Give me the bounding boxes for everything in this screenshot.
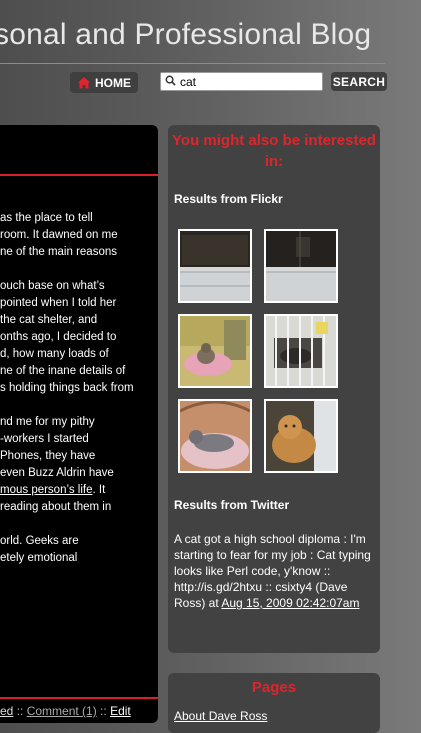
home-button[interactable]: HOME	[70, 72, 138, 93]
flickr-thumb-grey-cat[interactable]	[178, 399, 252, 473]
comment-link[interactable]: Comment (1)	[27, 704, 97, 718]
text-line: nd me for my pithy	[0, 416, 95, 428]
text-line: ouch base on what’s	[0, 280, 105, 292]
post-divider-top	[0, 174, 158, 176]
about-page-link[interactable]: About Dave Ross	[174, 709, 267, 723]
paragraph-3: nd me for my pithy -workers I started Ph…	[0, 414, 158, 516]
title-divider	[0, 63, 385, 64]
tweet-date-link[interactable]: Aug 15, 2009 02:42:07am	[221, 596, 359, 610]
text-line: as the place to tell	[0, 212, 93, 224]
paragraph-1: as the place to tell room. It dawned on …	[0, 210, 158, 261]
separator: ::	[13, 704, 27, 718]
separator: ::	[96, 704, 111, 718]
text-line: -workers I started	[0, 433, 89, 445]
text-line: reading about them in	[0, 501, 112, 513]
post-body: as the place to tell room. It dawned on …	[0, 210, 158, 584]
text-line: onths ago, I decided to	[0, 331, 117, 343]
text-fragment: . It	[92, 484, 106, 496]
flickr-thumb-orange-cat[interactable]	[264, 399, 338, 473]
edit-link[interactable]: Edit	[110, 704, 131, 718]
related-widget: You might also be interested in: Results…	[168, 125, 380, 653]
orange-cat-photo	[266, 401, 336, 471]
flickr-thumb-cat-cage[interactable]	[264, 314, 338, 388]
window-photo-1	[180, 231, 250, 301]
flickr-thumb-window-2[interactable]	[264, 229, 338, 303]
home-icon	[77, 76, 91, 90]
text-line: d, how many loads of	[0, 348, 109, 360]
text-line: pointed when I told her	[0, 297, 117, 309]
tweet: A cat got a high school diploma : I'm st…	[174, 531, 374, 611]
text-line: room. It dawned on me	[0, 229, 118, 241]
flickr-label: Results from Flickr	[174, 192, 283, 206]
pages-title: Pages	[251, 679, 297, 696]
text-line: ne of the inane details of	[0, 365, 126, 377]
search-field[interactable]	[160, 72, 323, 91]
window-photo-2	[266, 231, 336, 301]
search-button[interactable]: SEARCH	[331, 72, 387, 91]
post-footer: ed :: Comment (1) :: Edit	[0, 704, 131, 718]
home-label: HOME	[95, 75, 131, 90]
text-line: ne of the main reasons	[0, 246, 117, 258]
cat-cage-photo	[266, 316, 336, 386]
search-input[interactable]	[180, 74, 315, 89]
paragraph-4: orld. Geeks are etely emotional	[0, 533, 158, 567]
grey-cat-photo	[180, 401, 250, 471]
cat-basket-photo	[180, 316, 250, 386]
search-icon	[165, 73, 176, 91]
site-title[interactable]: sonal and Professional Blog	[0, 18, 371, 52]
post-panel: as the place to tell room. It dawned on …	[0, 125, 158, 723]
twitter-label: Results from Twitter	[174, 498, 290, 512]
text-line: orld. Geeks are	[0, 535, 79, 547]
pages-widget: Pages About Dave Ross	[168, 673, 380, 733]
related-title: You might also be interested in:	[172, 132, 376, 170]
famous-person-link[interactable]: mous person’s life	[0, 484, 92, 496]
category-link[interactable]: ed	[0, 704, 13, 718]
flickr-thumb-window-1[interactable]	[178, 229, 252, 303]
flickr-thumb-cat-basket[interactable]	[178, 314, 252, 388]
text-line: Phones, they have	[0, 450, 96, 462]
post-divider-bottom	[0, 697, 158, 699]
paragraph-2: ouch base on what’s pointed when I told …	[0, 278, 158, 397]
text-line: the cat shelter, and	[0, 314, 98, 326]
text-line: s holding things back from	[0, 382, 134, 394]
text-line: etely emotional	[0, 552, 78, 564]
text-line: even Buzz Aldrin have	[0, 467, 114, 479]
